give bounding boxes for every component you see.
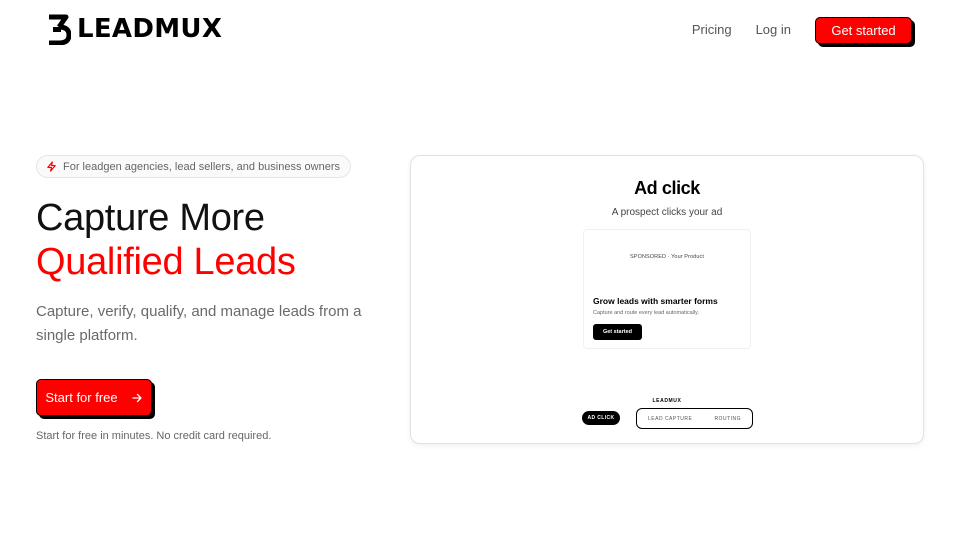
step-group: LEAD CAPTURE ROUTING xyxy=(636,408,753,429)
top-nav: Pricing Log in Get started xyxy=(692,16,912,44)
ad-description: Capture and route every lead automatical… xyxy=(593,310,699,316)
hero-note: Start for free in minutes. No credit car… xyxy=(36,430,272,442)
get-started-button[interactable]: Get started xyxy=(815,16,912,44)
ad-sponsored-label: SPONSORED · Your Product xyxy=(630,254,704,260)
start-for-free-label: Start for free xyxy=(45,390,118,405)
demo-subtitle: A prospect clicks your ad xyxy=(611,207,723,218)
sample-ad: SPONSORED · Your Product Grow leads with… xyxy=(583,229,751,349)
step-routing[interactable]: ROUTING xyxy=(714,416,741,422)
headline-line-2: Qualified Leads xyxy=(36,241,296,283)
step-lead-capture[interactable]: LEAD CAPTURE xyxy=(648,416,692,422)
ad-headline: Grow leads with smarter forms xyxy=(593,296,718,306)
leadmux-logo-icon xyxy=(49,14,71,45)
audience-badge: For leadgen agencies, lead sellers, and … xyxy=(36,155,351,178)
brand-logo[interactable]: LEADMUX xyxy=(47,14,222,45)
product-demo-card: Ad click A prospect clicks your ad SPONS… xyxy=(410,155,924,444)
start-for-free-button[interactable]: Start for free xyxy=(36,379,152,416)
step-ad-click[interactable]: AD CLICK xyxy=(582,411,620,425)
demo-brand-label: LEADMUX xyxy=(652,398,682,404)
hero-headline: Capture More Qualified Leads xyxy=(36,196,296,284)
hero-subtext: Capture, verify, qualify, and manage lea… xyxy=(36,303,362,344)
nav-login-link[interactable]: Log in xyxy=(756,16,791,44)
headline-line-1: Capture More xyxy=(36,197,265,239)
ad-get-started-button[interactable]: Get started xyxy=(593,324,642,340)
lightning-icon xyxy=(47,161,56,172)
arrow-right-icon xyxy=(131,393,142,402)
audience-badge-text: For leadgen agencies, lead sellers, and … xyxy=(63,160,340,173)
nav-pricing-link[interactable]: Pricing xyxy=(692,16,732,44)
brand-name: LEADMUX xyxy=(77,14,223,44)
demo-title: Ad click xyxy=(634,178,700,198)
